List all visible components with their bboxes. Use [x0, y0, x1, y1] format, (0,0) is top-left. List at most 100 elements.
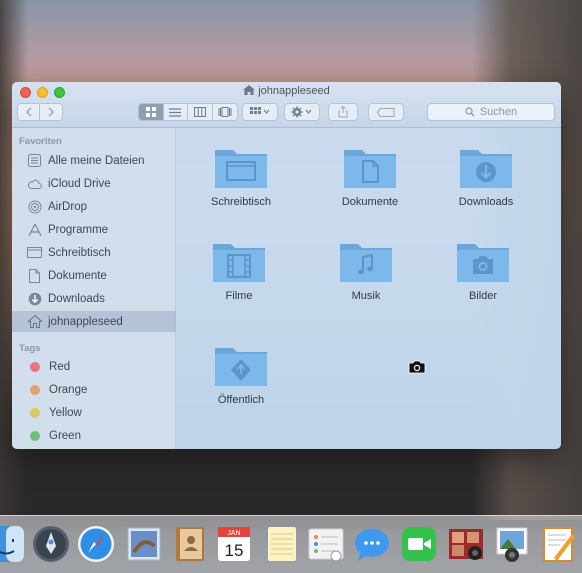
sidebar: Favoriten Alle meine Dateien iCloud Driv…	[12, 128, 176, 449]
downloads-icon	[27, 291, 42, 306]
folder-item[interactable]: Filme	[184, 238, 294, 328]
calendar-month: JAN	[227, 530, 240, 537]
list-view-button[interactable]	[163, 104, 188, 120]
sidebar-item-label: iCloud Drive	[48, 177, 111, 190]
documents-folder-icon	[344, 150, 396, 188]
home-icon	[243, 85, 256, 95]
share-icon	[338, 106, 348, 118]
launchpad-icon[interactable]	[31, 524, 71, 564]
photo-booth-icon[interactable]	[446, 524, 486, 564]
sidebar-item-documents[interactable]: Dokumente	[12, 265, 176, 286]
sidebar-item-airdrop[interactable]: AirDrop	[12, 196, 176, 217]
folder-item[interactable]: Öffentlich	[186, 342, 296, 432]
arrange-icon	[250, 107, 270, 114]
documents-icon	[27, 268, 42, 283]
folder-item[interactable]: Downloads	[431, 144, 541, 234]
folder-label: Öffentlich	[217, 394, 265, 406]
sidebar-item-label: AirDrop	[48, 200, 87, 213]
sidebar-item-label: Dokumente	[48, 269, 107, 282]
coverflow-icon	[218, 107, 232, 117]
finder-icon[interactable]	[0, 524, 26, 564]
facetime-icon[interactable]	[399, 524, 439, 564]
calendar-day: 15	[225, 541, 244, 560]
search-placeholder: Suchen	[479, 106, 518, 118]
column-view-button[interactable]	[188, 104, 213, 120]
home-icon	[27, 314, 42, 329]
applications-icon	[27, 222, 42, 237]
reminders-icon[interactable]	[306, 524, 346, 564]
contacts-icon[interactable]	[170, 524, 210, 564]
folder-item[interactable]: Schreibtisch	[186, 144, 296, 234]
sidebar-item-label: Schreibtisch	[48, 246, 111, 259]
sidebar-item-label: Alle meine Dateien	[48, 154, 145, 167]
sidebar-item-label: johnappleseed	[48, 315, 123, 328]
sidebar-item-label: Red	[49, 360, 71, 373]
yellow-tag-dot	[30, 407, 40, 418]
notes-icon[interactable]	[262, 524, 302, 564]
downloads-folder-icon	[460, 150, 512, 188]
folder-label: Musik	[351, 290, 381, 302]
cloud-icon	[27, 176, 42, 191]
gear-icon	[291, 106, 312, 118]
sidebar-item-desktop[interactable]: Schreibtisch	[12, 242, 176, 263]
orange-tag-dot	[30, 384, 40, 395]
columns-icon	[193, 107, 206, 117]
finder-window: johnappleseed Suchen Favoriten Alle mein…	[12, 82, 561, 449]
mail-icon[interactable]	[124, 524, 164, 564]
chevron-right-icon	[47, 107, 54, 117]
airdrop-icon	[27, 199, 42, 214]
tag-button[interactable]	[368, 103, 404, 121]
messages-icon[interactable]	[352, 524, 392, 564]
sidebar-tag-yellow[interactable]: Yellow	[12, 402, 176, 423]
sidebar-item-icloud[interactable]: iCloud Drive	[12, 173, 176, 194]
sidebar-heading-tags: Tags	[19, 343, 41, 354]
sidebar-tag-green[interactable]: Green	[12, 425, 176, 446]
icon-view-button[interactable]	[139, 104, 164, 120]
folder-label: Filme	[225, 290, 253, 302]
sidebar-item-label: Downloads	[48, 292, 105, 305]
pages-icon[interactable]	[538, 524, 578, 564]
folder-grid: Schreibtisch Dokumente Downloads Filme M…	[176, 128, 561, 449]
calendar-icon[interactable]: JAN 15	[214, 524, 254, 564]
search-icon	[465, 107, 475, 117]
tag-icon	[377, 107, 395, 117]
arrange-button[interactable]	[242, 103, 278, 121]
search-field[interactable]: Suchen	[427, 103, 555, 121]
sidebar-item-label: Green	[49, 429, 81, 442]
sidebar-item-downloads[interactable]: Downloads	[12, 288, 176, 309]
music-folder-icon	[340, 244, 392, 282]
action-button[interactable]	[284, 103, 320, 121]
sidebar-item-all-files[interactable]: Alle meine Dateien	[12, 150, 176, 171]
back-button[interactable]	[18, 104, 41, 120]
folder-label: Bilder	[468, 290, 498, 302]
folder-label: Downloads	[458, 196, 514, 208]
sidebar-item-label: Yellow	[49, 406, 82, 419]
sidebar-item-label: Orange	[49, 383, 88, 396]
safari-icon[interactable]	[76, 524, 116, 564]
forward-button[interactable]	[40, 104, 62, 120]
grid-icon	[145, 107, 156, 117]
public-folder-icon	[215, 348, 267, 386]
share-button[interactable]	[328, 103, 358, 121]
iphoto-icon[interactable]	[492, 524, 532, 564]
sidebar-item-applications[interactable]: Programme	[12, 219, 176, 240]
folder-label: Dokumente	[341, 196, 399, 208]
movies-folder-icon	[213, 244, 265, 282]
pictures-folder-icon	[457, 244, 509, 282]
coverflow-view-button[interactable]	[212, 104, 237, 120]
sidebar-heading-favorites: Favoriten	[19, 136, 62, 147]
nav-buttons	[17, 103, 63, 121]
window-title: johnappleseed	[12, 85, 561, 97]
sidebar-item-home[interactable]: johnappleseed	[12, 311, 176, 332]
chevron-left-icon	[25, 107, 32, 117]
folder-item[interactable]: Musik	[311, 238, 421, 328]
folder-item[interactable]: Dokumente	[315, 144, 425, 234]
sidebar-tag-orange[interactable]: Orange	[12, 379, 176, 400]
toolbar: johnappleseed Suchen	[12, 82, 561, 128]
view-switcher	[138, 103, 238, 121]
folder-label: Schreibtisch	[211, 196, 271, 208]
folder-item[interactable]: Bilder	[428, 238, 538, 328]
window-title-text: johnappleseed	[258, 85, 330, 97]
sidebar-tag-red[interactable]: Red	[12, 356, 176, 377]
desktop-icon	[27, 245, 42, 260]
